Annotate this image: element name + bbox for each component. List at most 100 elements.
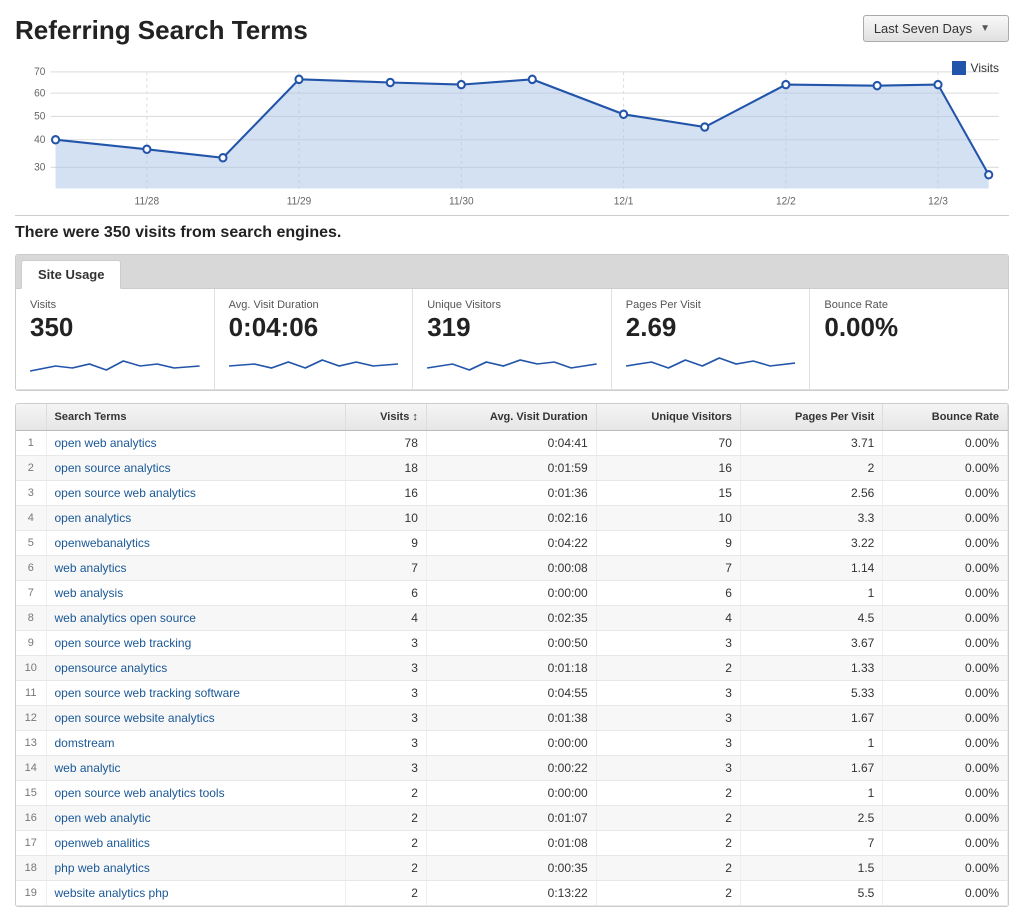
col-pages: Pages Per Visit [740,404,882,431]
page-header: Referring Search Terms Last Seven Days ▼ [15,15,1009,46]
metrics-row: Visits 350 Avg. Visit Duration 0:04:06 U… [16,289,1008,390]
svg-text:30: 30 [34,162,45,173]
search-term-link[interactable]: open source website analytics [55,711,215,725]
bounce-cell: 0.00% [883,455,1008,480]
date-range-dropdown[interactable]: Last Seven Days ▼ [863,15,1009,42]
search-term-link[interactable]: open web analytics [55,436,157,450]
unique-cell: 2 [596,830,740,855]
row-number: 13 [16,730,46,755]
search-term-link[interactable]: web analytics open source [55,611,196,625]
pages-cell: 1 [740,580,882,605]
search-term-link[interactable]: open source web tracking [55,636,192,650]
pages-cell: 3.71 [740,430,882,455]
duration-cell: 0:01:07 [426,805,596,830]
table-header-row: Search Terms Visits ↕ Avg. Visit Duratio… [16,404,1008,431]
metric-avg-duration: Avg. Visit Duration 0:04:06 [215,289,414,389]
visits-cell: 2 [345,805,426,830]
bounce-cell: 0.00% [883,480,1008,505]
duration-cell: 0:01:18 [426,655,596,680]
svg-text:11/29: 11/29 [287,196,312,207]
search-term-cell: open source web analytics [46,480,345,505]
bounce-cell: 0.00% [883,555,1008,580]
duration-cell: 0:00:08 [426,555,596,580]
search-term-link[interactable]: domstream [55,736,115,750]
pages-cell: 1 [740,730,882,755]
search-term-link[interactable]: openwebanalytics [55,536,150,550]
pages-cell: 1.33 [740,655,882,680]
col-visits[interactable]: Visits ↕ [345,404,426,431]
row-number: 4 [16,505,46,530]
metric-bounce-label: Bounce Rate [824,299,994,311]
col-search-terms: Search Terms [46,404,345,431]
search-term-link[interactable]: opensource analytics [55,661,168,675]
duration-cell: 0:04:22 [426,530,596,555]
bounce-cell: 0.00% [883,505,1008,530]
row-number: 10 [16,655,46,680]
svg-text:70: 70 [34,67,45,78]
search-term-cell: website analytics php [46,880,345,905]
search-term-link[interactable]: php web analytics [55,861,150,875]
chart-svg: 70 60 50 40 30 11/28 11/29 11/30 12/1 12… [15,56,1009,215]
date-range-label: Last Seven Days [874,21,972,36]
unique-cell: 15 [596,480,740,505]
metric-bounce-rate: Bounce Rate 0.00% [810,289,1008,389]
svg-text:12/3: 12/3 [928,196,948,207]
search-term-cell: open analytics [46,505,345,530]
search-term-cell: open source analytics [46,455,345,480]
table-row: 17openweb analitics20:01:08270.00% [16,830,1008,855]
table-row: 12open source website analytics30:01:383… [16,705,1008,730]
pages-cell: 3.3 [740,505,882,530]
table-row: 7web analysis60:00:00610.00% [16,580,1008,605]
duration-cell: 0:00:00 [426,780,596,805]
search-term-cell: open web analytic [46,805,345,830]
table-row: 1open web analytics780:04:41703.710.00% [16,430,1008,455]
visits-cell: 3 [345,630,426,655]
search-term-link[interactable]: web analytic [55,761,121,775]
page-title: Referring Search Terms [15,15,308,46]
metric-unique-label: Unique Visitors [427,299,597,311]
svg-text:60: 60 [34,88,45,99]
bounce-cell: 0.00% [883,855,1008,880]
search-term-cell: domstream [46,730,345,755]
pages-cell: 3.22 [740,530,882,555]
metric-pages-label: Pages Per Visit [626,299,796,311]
row-number: 12 [16,705,46,730]
mini-chart-pages [626,346,796,376]
tab-site-usage[interactable]: Site Usage [21,260,121,289]
row-number: 18 [16,855,46,880]
unique-cell: 3 [596,705,740,730]
search-term-link[interactable]: open source analytics [55,461,171,475]
mini-chart-visits [30,346,200,376]
visits-cell: 3 [345,730,426,755]
search-term-link[interactable]: openweb analitics [55,836,150,850]
svg-text:11/30: 11/30 [449,196,474,207]
search-term-link[interactable]: open source web analytics tools [55,786,225,800]
search-term-link[interactable]: open source web analytics [55,486,196,500]
visits-cell: 3 [345,655,426,680]
search-term-cell: open source website analytics [46,705,345,730]
col-bounce: Bounce Rate [883,404,1008,431]
table-row: 6web analytics70:00:0871.140.00% [16,555,1008,580]
search-term-link[interactable]: open source web tracking software [55,686,240,700]
visits-cell: 16 [345,480,426,505]
search-term-cell: web analytic [46,755,345,780]
search-term-cell: web analysis [46,580,345,605]
chart-legend: Visits [952,61,999,75]
table-row: 3open source web analytics160:01:36152.5… [16,480,1008,505]
search-term-link[interactable]: web analysis [55,586,124,600]
bounce-cell: 0.00% [883,880,1008,905]
search-term-link[interactable]: web analytics [55,561,127,575]
search-term-link[interactable]: open analytics [55,511,132,525]
search-term-link[interactable]: website analytics php [55,886,169,900]
table-row: 10opensource analytics30:01:1821.330.00% [16,655,1008,680]
unique-cell: 3 [596,730,740,755]
site-usage-panel: Site Usage Visits 350 Avg. Visit Duratio… [15,254,1009,391]
visits-cell: 18 [345,455,426,480]
unique-cell: 6 [596,580,740,605]
search-term-link[interactable]: open web analytic [55,811,151,825]
bounce-cell: 0.00% [883,430,1008,455]
visits-cell: 3 [345,680,426,705]
tab-bar: Site Usage [16,255,1008,289]
unique-cell: 2 [596,655,740,680]
bounce-cell: 0.00% [883,530,1008,555]
